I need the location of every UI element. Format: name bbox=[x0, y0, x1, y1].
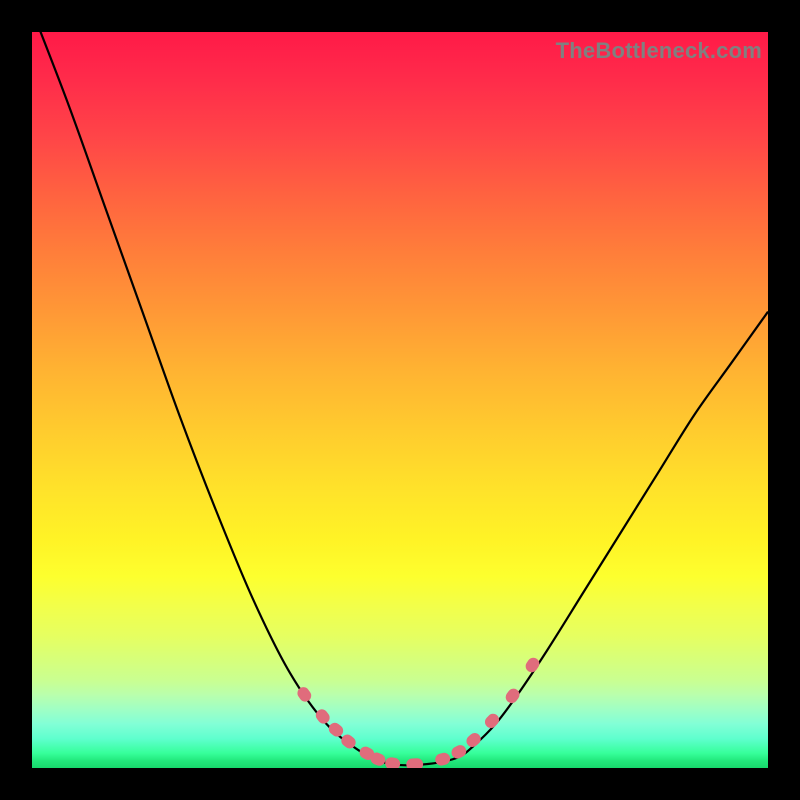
curve-marker bbox=[435, 752, 451, 766]
curve-marker bbox=[385, 757, 400, 768]
outer-frame: TheBottleneck.com bbox=[0, 0, 800, 800]
curve-marker bbox=[524, 656, 541, 674]
curve-svg bbox=[32, 32, 768, 768]
watermark-text: TheBottleneck.com bbox=[556, 38, 762, 64]
curve-marker bbox=[504, 687, 521, 705]
curve-marker bbox=[327, 721, 345, 738]
curve-marker bbox=[450, 744, 467, 760]
bottleneck-curve bbox=[32, 32, 768, 765]
curve-marker bbox=[407, 758, 423, 768]
curve-marker bbox=[465, 731, 483, 748]
plot-area: TheBottleneck.com bbox=[32, 32, 768, 768]
curve-marker bbox=[314, 708, 331, 726]
curve-marker bbox=[483, 712, 501, 730]
